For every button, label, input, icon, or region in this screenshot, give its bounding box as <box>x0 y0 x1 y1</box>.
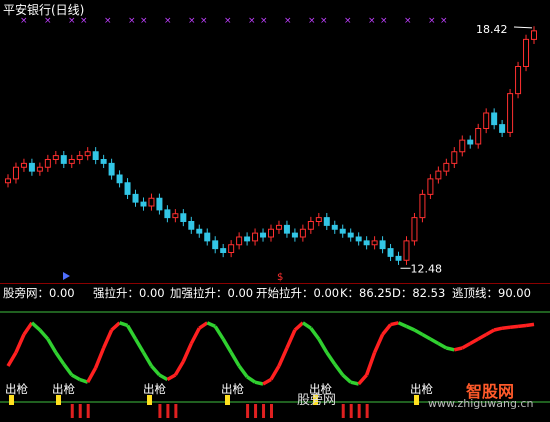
k-line-segment <box>262 377 272 386</box>
k-line-segment <box>317 338 329 354</box>
k-line-segment <box>166 373 177 382</box>
k-line-segment <box>119 321 129 328</box>
indicator-chart: 出枪 出枪 出枪 出枪 出枪 出枪 <box>0 311 550 418</box>
k-line-segment <box>213 325 225 340</box>
k-line-segment <box>293 321 305 332</box>
chart-window: 平安银行(日线) × × × × × × × × × × × × × × × × × × × × × × 18.42 12.4… <box>0 0 550 422</box>
k-line-segment <box>229 351 241 367</box>
k-line-segment <box>501 325 511 330</box>
k-line-segment <box>94 347 106 369</box>
signal-label: 出枪 <box>143 382 166 396</box>
signal-marker <box>414 395 419 405</box>
k-line-segment <box>14 333 26 354</box>
k-line-segment <box>350 380 360 386</box>
k-line-segment <box>461 341 472 350</box>
k-line-segment <box>469 337 480 346</box>
k-line-segment <box>309 327 321 341</box>
k-line-segment <box>110 321 121 332</box>
k-line-segment <box>429 337 440 346</box>
signal-marker <box>147 395 152 405</box>
signal-bar <box>357 404 361 418</box>
k-line-segment <box>453 346 463 352</box>
k-line-segment <box>390 321 399 327</box>
k-line-segment <box>509 324 519 330</box>
k-line-segment <box>246 375 257 384</box>
signal-bar <box>70 404 74 418</box>
watermark-text: 股旁网 <box>297 393 337 408</box>
k-line-segment <box>364 351 377 376</box>
k-line-segment <box>373 333 385 354</box>
k-line-segment <box>301 321 312 330</box>
k-line-segment <box>189 327 201 345</box>
signal-marker <box>9 395 14 405</box>
signal-bar <box>246 404 250 418</box>
k-line-segment <box>269 365 281 381</box>
k-line-segment <box>46 338 58 354</box>
k-line-segment <box>254 380 264 386</box>
k-line-segment <box>134 338 145 354</box>
signal-label: 出枪 <box>410 382 433 396</box>
k-line-segment <box>485 328 496 337</box>
k-line-segment <box>62 363 74 377</box>
signal-bar <box>262 404 266 418</box>
signal-bar <box>270 404 273 418</box>
k-line-segment <box>405 324 416 332</box>
k-line-segment <box>493 326 503 332</box>
k-line-segment <box>421 332 432 341</box>
signal-bar <box>86 404 90 418</box>
k-line-segment <box>30 321 42 332</box>
signal-bar <box>365 404 369 418</box>
k-line-segment <box>517 323 527 329</box>
k-line-segment <box>237 364 249 378</box>
k-line-segment <box>445 346 455 352</box>
watermark-url: www.zhiguwang.cn <box>428 397 534 410</box>
k-line-segment <box>181 342 193 363</box>
signal-bar <box>349 404 353 418</box>
signal-marker <box>56 395 61 405</box>
k-line-segment <box>285 329 297 349</box>
signal-label: 出枪 <box>52 382 75 396</box>
signal-bar <box>158 404 162 418</box>
k-line-segment <box>38 328 50 341</box>
signal-bar <box>254 404 258 418</box>
k-line-segment <box>437 341 448 350</box>
k-line-segment <box>477 332 488 341</box>
k-line-segment <box>54 351 66 366</box>
k-line-segment <box>150 364 161 377</box>
k-line-segment <box>70 373 81 382</box>
k-line-segment <box>22 321 34 336</box>
k-line-segment <box>102 329 114 349</box>
signal-bar <box>166 404 170 418</box>
k-line-segment <box>126 324 138 340</box>
k-line-segment <box>525 322 535 328</box>
signal-bar <box>341 404 345 418</box>
k-line-segment <box>397 321 408 328</box>
k-line-segment <box>381 323 392 336</box>
signal-label: 出枪 <box>221 382 244 396</box>
k-line-segment <box>141 351 153 367</box>
k-line-segment <box>158 373 169 382</box>
k-line-segment <box>277 347 289 367</box>
signal-label: 出枪 <box>5 382 28 396</box>
k-line-segment <box>333 363 345 377</box>
k-line-segment <box>341 373 352 384</box>
k-line-segment <box>413 328 424 337</box>
k-line-segment <box>173 360 185 376</box>
k-line-segment <box>357 373 368 386</box>
k-line-segment <box>6 351 18 367</box>
signal-bar <box>78 404 82 418</box>
k-line-segment <box>325 351 337 366</box>
k-line-segment <box>206 321 216 328</box>
signal-bar <box>174 404 178 418</box>
signal-marker <box>225 395 230 405</box>
k-line-segment <box>221 338 233 354</box>
k-line-segment <box>86 366 98 384</box>
k-line-segment <box>198 321 209 330</box>
